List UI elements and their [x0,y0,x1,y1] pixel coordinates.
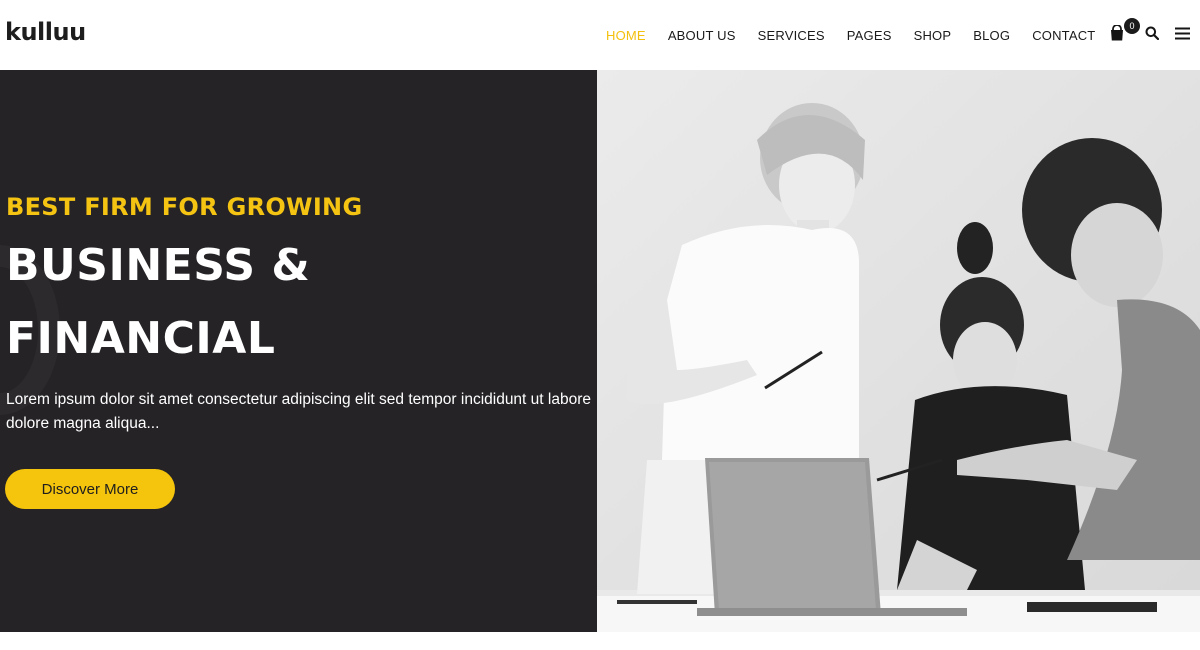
main-nav: HOME ABOUT US SERVICES PAGES SHOP BLOG C… [606,0,1117,70]
site-logo[interactable]: kulluu [5,18,86,46]
nav-item-home[interactable]: HOME [606,28,646,43]
cart-count-badge: 0 [1124,18,1140,34]
nav-item-services[interactable]: SERVICES [758,28,825,43]
menu-icon[interactable] [1175,27,1191,41]
hero-image [597,70,1200,632]
search-icon[interactable] [1145,26,1161,42]
nav-item-shop[interactable]: SHOP [914,28,952,43]
team-meeting-photo [597,70,1200,632]
hero-subtitle: BEST FIRM FOR GROWING [6,193,363,221]
nav-item-about-us[interactable]: ABOUT US [668,28,736,43]
header-icons: 0 [1110,18,1191,48]
nav-item-contact[interactable]: CONTACT [1032,28,1095,43]
discover-more-button[interactable]: Discover More [5,469,175,509]
cart-button[interactable]: 0 [1110,18,1140,43]
nav-item-blog[interactable]: BLOG [973,28,1010,43]
hero-description: Lorem ipsum dolor sit amet consectetur a… [6,391,591,432]
nav-item-pages[interactable]: PAGES [847,28,892,43]
hero-title-line1: BUSINESS & [6,240,311,291]
hero-title-line2: FINANCIAL [6,313,276,364]
site-header: kulluu HOME ABOUT US SERVICES PAGES SHOP… [0,0,1200,70]
hero-text-panel: BEST FIRM FOR GROWING BUSINESS & FINANCI… [0,70,597,632]
